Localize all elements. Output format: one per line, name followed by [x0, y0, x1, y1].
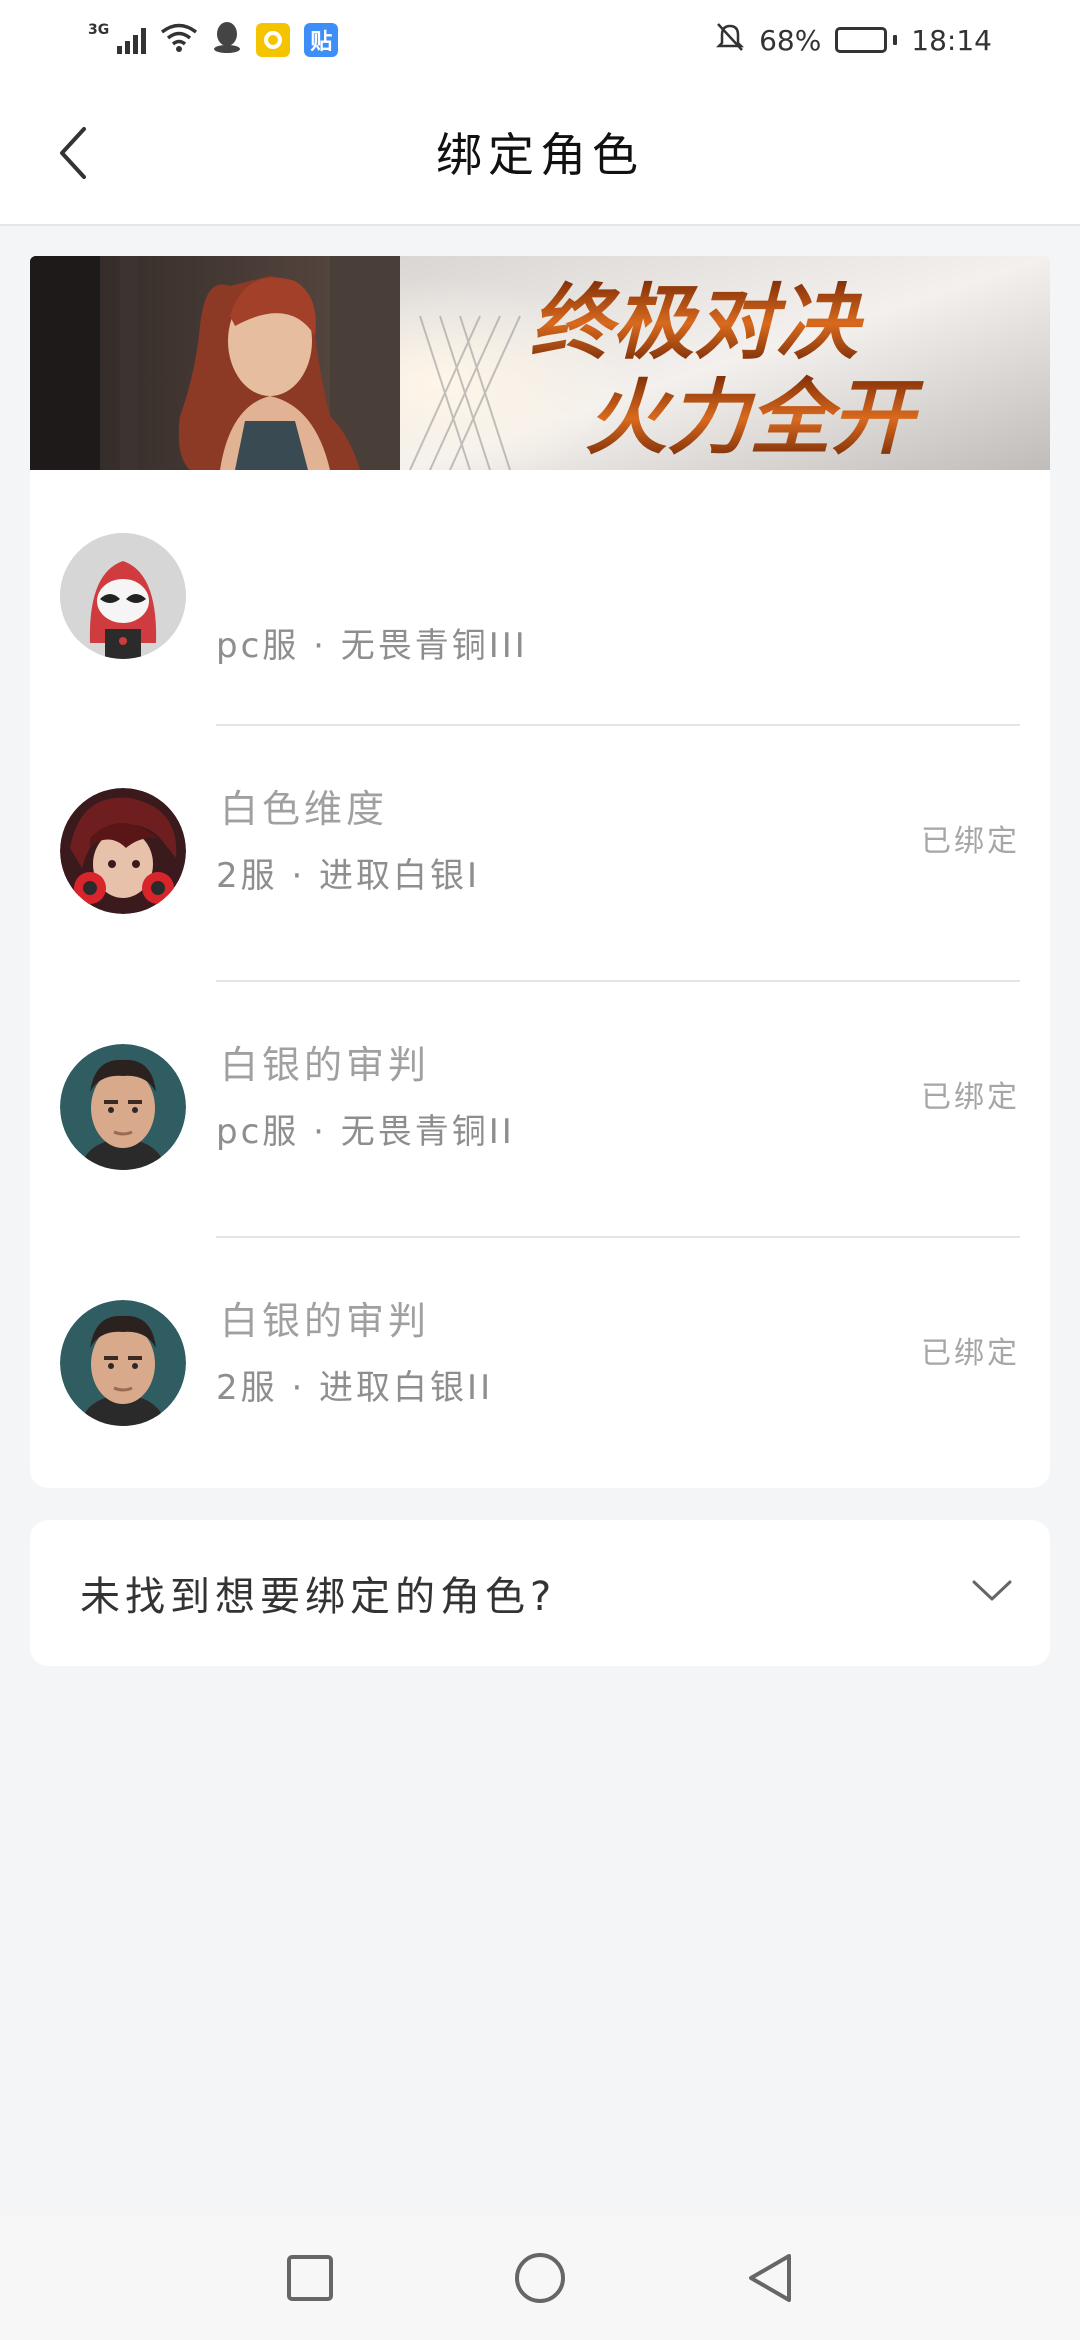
hooded-character-avatar: [60, 533, 186, 659]
triangle-back-icon: [749, 2254, 791, 2302]
battery-percent: 68%: [759, 23, 822, 57]
role-server-rank: 2服 · 进取白银I: [216, 856, 481, 896]
battery-icon: [835, 27, 898, 53]
role-not-found-expander[interactable]: 未找到想要绑定的角色?: [30, 1520, 1050, 1666]
chevron-down-icon: [972, 1579, 1012, 1607]
bound-status: 已绑定: [921, 1080, 1020, 1115]
status-right: 68% 18:14: [715, 21, 992, 60]
status-bar: 3G 贴 68% 18:14: [0, 0, 1080, 80]
soldier-character-avatar: [60, 1300, 186, 1426]
role-list: pc服 · 无畏青铜III 白色维度 2服 · 进取白银I 已绑定 白银的审判 …: [30, 470, 1050, 1488]
square-icon: [287, 2255, 333, 2301]
circle-icon: [515, 2253, 565, 2303]
signal-icon: [117, 26, 147, 54]
chevron-left-icon: [60, 127, 86, 179]
bound-status: 已绑定: [921, 1336, 1020, 1371]
back-button[interactable]: [44, 118, 104, 188]
role-row[interactable]: pc服 · 无畏青铜III: [30, 470, 1050, 726]
wifi-icon: [160, 22, 198, 59]
network-type: 3G: [88, 22, 110, 38]
bound-status: 已绑定: [921, 824, 1020, 859]
recents-button[interactable]: [280, 2248, 340, 2308]
role-server-rank: pc服 · 无畏青铜II: [216, 1112, 515, 1152]
role-not-found-label: 未找到想要绑定的角色?: [80, 1574, 557, 1620]
notification-app-icon: [256, 23, 291, 57]
role-server-rank: pc服 · 无畏青铜III: [216, 626, 528, 666]
role-name: 白色维度: [220, 787, 389, 831]
clock: 18:14: [911, 23, 992, 57]
bell-muted-icon: [715, 21, 745, 60]
app-header: 绑定角色: [0, 80, 1080, 226]
home-button[interactable]: [510, 2248, 570, 2308]
role-server-rank: 2服 · 进取白银II: [216, 1368, 494, 1408]
banner-image: 终极对决 火力全开: [30, 256, 1050, 470]
banner-title-line2: 火力全开: [585, 371, 924, 466]
tieba-icon: 贴: [304, 23, 339, 57]
system-nav-bar: [0, 2216, 1080, 2340]
role-name: 白银的审判: [220, 1043, 431, 1087]
role-name: 白银的审判: [220, 1299, 431, 1343]
banner-title-line1: 终极对决: [530, 276, 865, 371]
red-hair-character-avatar: [60, 788, 186, 914]
promo-banner[interactable]: 终极对决 火力全开: [30, 256, 1050, 470]
role-row[interactable]: 白银的审判 pc服 · 无畏青铜II 已绑定: [30, 982, 1050, 1238]
page-title: 绑定角色: [436, 128, 644, 182]
soldier-character-avatar: [60, 1044, 186, 1170]
role-row[interactable]: 白银的审判 2服 · 进取白银II 已绑定: [30, 1238, 1050, 1493]
back-nav-button[interactable]: [740, 2248, 800, 2308]
role-row[interactable]: 白色维度 2服 · 进取白银I 已绑定: [30, 726, 1050, 982]
status-left: 3G 贴: [88, 20, 339, 61]
qq-icon: [212, 20, 242, 61]
